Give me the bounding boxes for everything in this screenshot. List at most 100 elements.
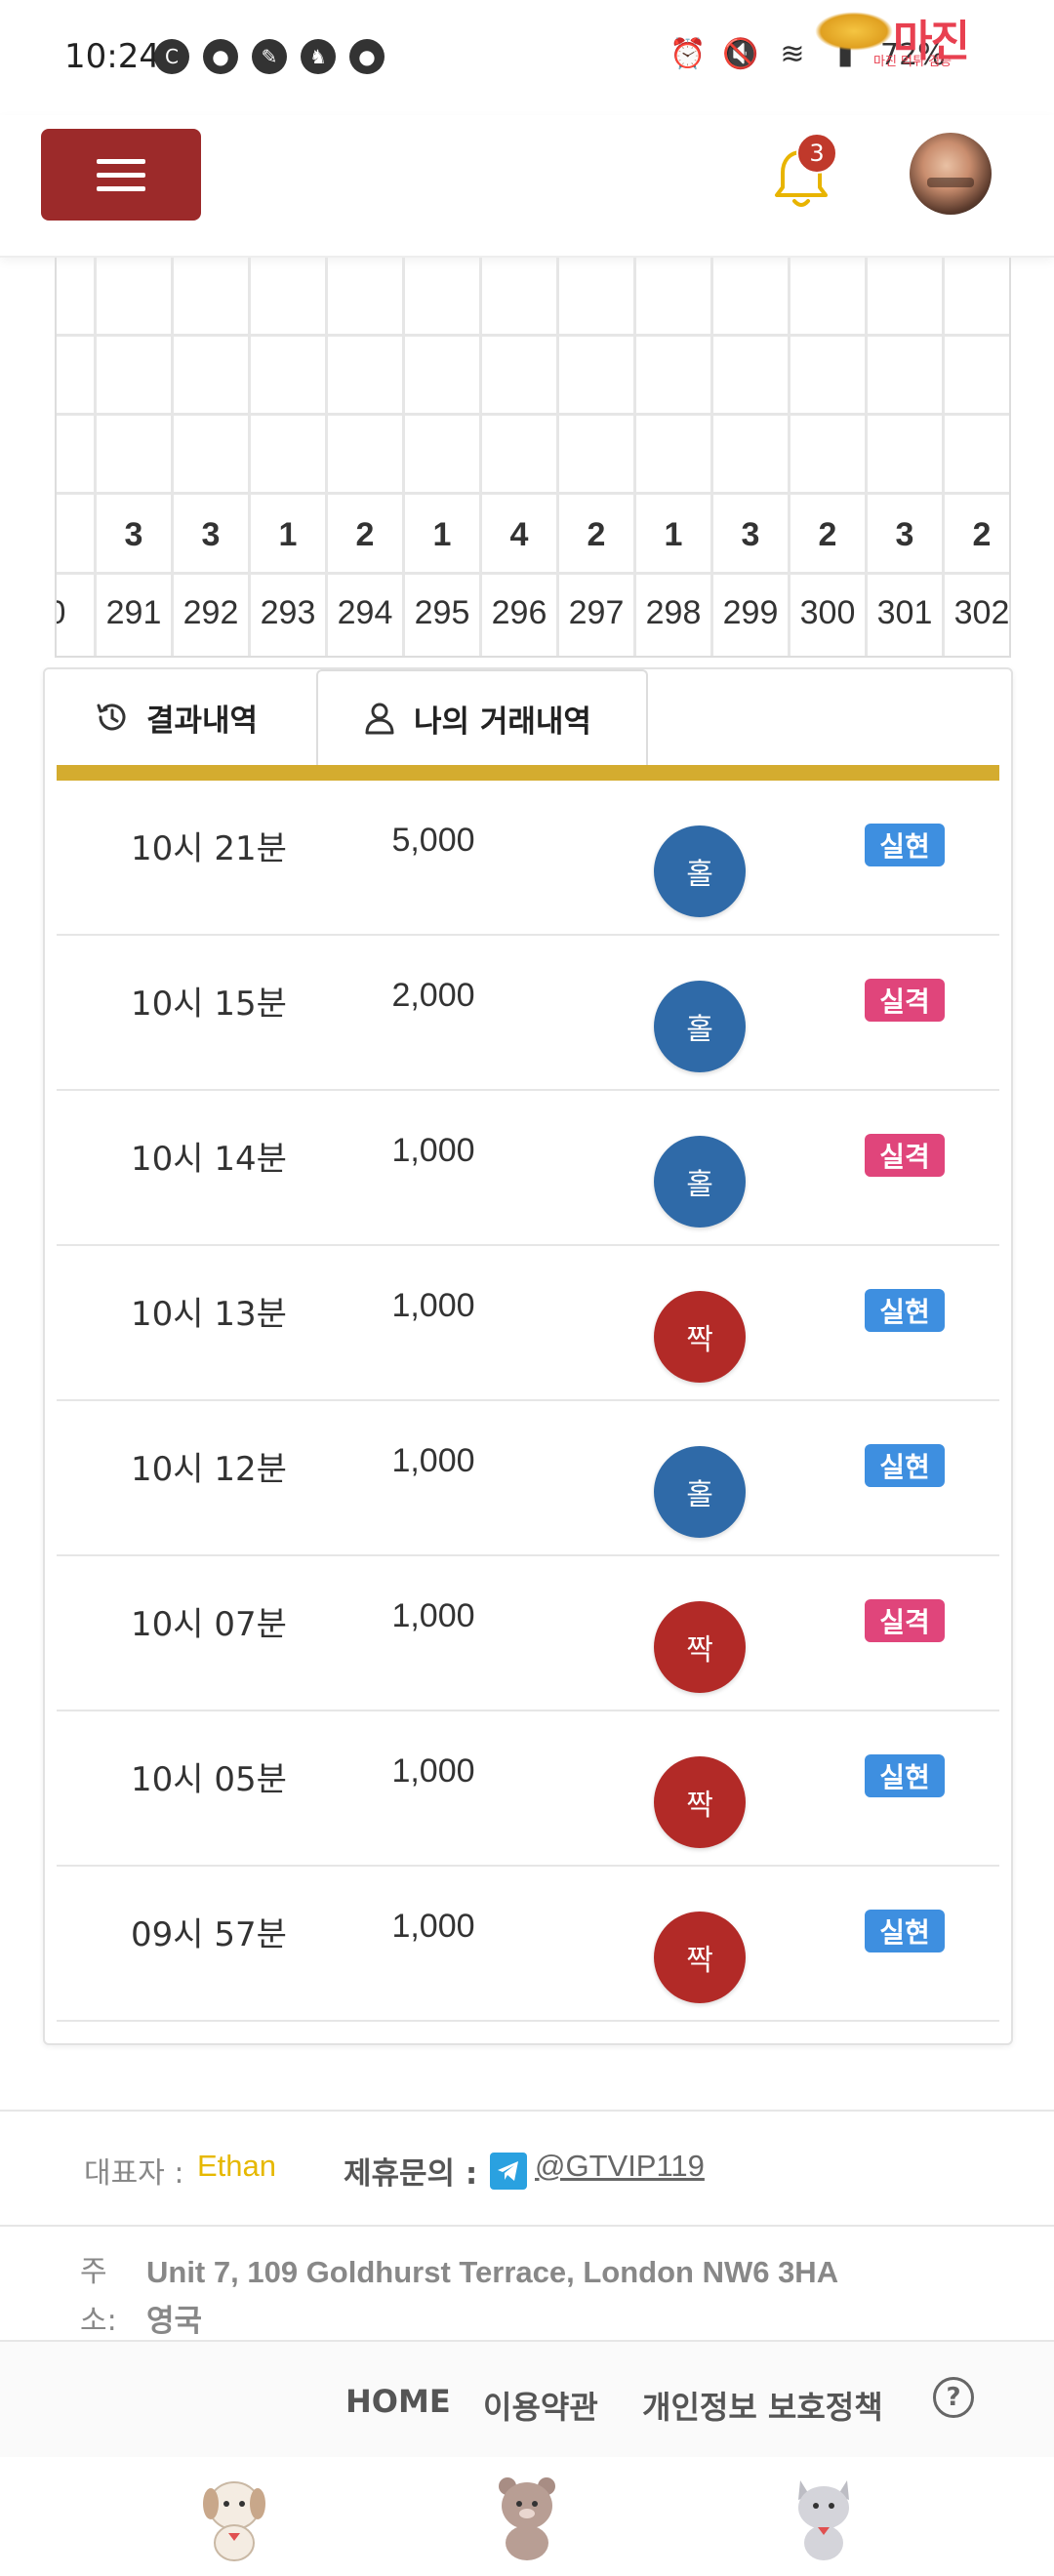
status-time: 10:24 (64, 37, 160, 76)
result-badge: 실현 (865, 1289, 945, 1332)
telegram-icon[interactable] (490, 2153, 527, 2190)
grid-column: 1 295 (405, 258, 482, 656)
result-grid: 0329132921293229412954296229712983299230… (55, 258, 1011, 658)
grid-round-number: 297 (568, 594, 625, 631)
mute-icon: 🔇 (722, 37, 759, 71)
ceo-name: Ethan (197, 2149, 277, 2183)
ceo-label: 대표자 : (84, 2156, 184, 2191)
grid-round-number: 293 (260, 594, 316, 631)
address-line2: 영국 (146, 2304, 203, 2338)
transaction-row: 10시 12분 1,000 홀 실현 (57, 1401, 999, 1556)
grid-empty-cell (713, 258, 788, 337)
transaction-time: 10시 12분 (131, 1450, 287, 1489)
c-app-icon: C (154, 39, 189, 74)
grid-value-cell: 3 (868, 495, 942, 575)
privacy-policy-link[interactable]: 개인정보 보호정책 (642, 2383, 883, 2428)
menu-line (97, 158, 145, 164)
result-badge: 실격 (865, 1599, 945, 1642)
grid-empty-cell (57, 416, 94, 495)
grid-value-cell: 2 (559, 495, 633, 575)
grid-column: 3 299 (713, 258, 790, 656)
history-card: 결과내역 나의 거래내역 10시 21분 5,000 홀 실현 10시 15분 2,000… (43, 667, 1013, 2045)
status-bar: 10:24 C ● ✎ ♞ ● ⏰ 🔇 ≋ ▮ 72% 마진 마진 먹튀 검증 (0, 0, 1054, 115)
tab-my-transactions[interactable]: 나의 거래내역 (316, 669, 648, 765)
chat-bubble-icon: ● (349, 39, 385, 74)
grid-empty-cell (945, 416, 1009, 495)
grid-value-cell: 3 (174, 495, 248, 575)
grid-empty-cell (482, 258, 556, 337)
wifi-icon: ≋ (780, 37, 805, 71)
avatar[interactable] (910, 133, 992, 215)
grid-round-number: 298 (645, 594, 702, 631)
transaction-amount: 1,000 (391, 1287, 475, 1324)
grid-round-number: 294 (337, 594, 393, 631)
watermark-logo: 마진 마진 먹튀 검증 (815, 6, 1049, 69)
transaction-time: 10시 07분 (131, 1605, 287, 1644)
grid-round-number: 291 (105, 594, 162, 631)
tab-results[interactable]: 결과내역 (45, 669, 316, 765)
transaction-amount: 1,000 (391, 1752, 475, 1790)
transaction-row: 10시 14분 1,000 홀 실격 (57, 1091, 999, 1246)
grid-empty-cell (559, 416, 633, 495)
result-badge: 실격 (865, 979, 945, 1022)
transaction-row: 10시 07분 1,000 짝 실격 (57, 1556, 999, 1711)
alarm-icon: ⏰ (669, 37, 707, 71)
grid-value-cell: 3 (713, 495, 788, 575)
transaction-time: 10시 14분 (131, 1140, 287, 1179)
help-icon[interactable]: ? (933, 2377, 974, 2418)
transaction-time: 10시 15분 (131, 985, 287, 1024)
terms-link[interactable]: 이용약관 (483, 2383, 598, 2428)
grid-column: 0 (57, 258, 97, 656)
grid-empty-cell (868, 258, 942, 337)
grid-round-number: 292 (182, 594, 239, 631)
grid-empty-cell (251, 258, 325, 337)
grid-empty-cell (945, 258, 1009, 337)
grid-empty-cell (97, 416, 171, 495)
telegram-link[interactable]: @GTVIP119 (535, 2149, 705, 2184)
grid-round-number: 299 (722, 594, 779, 631)
grid-empty-cell (636, 416, 710, 495)
grid-empty-cell (405, 258, 479, 337)
result-badge: 실현 (865, 1910, 945, 1952)
grid-value-cell: 4 (482, 495, 556, 575)
watermark-subtext: 마진 먹튀 검증 (873, 55, 953, 69)
grid-empty-cell (405, 416, 479, 495)
grid-value-cell: 2 (790, 495, 865, 575)
grid-empty-cell (328, 258, 402, 337)
grid-empty-cell (636, 337, 710, 416)
hamburger-menu-button[interactable] (41, 129, 201, 221)
transaction-row: 10시 13분 1,000 짝 실현 (57, 1246, 999, 1401)
grid-round-number: 302 (953, 594, 1010, 631)
cat-mascot-icon[interactable] (787, 2473, 861, 2562)
transaction-time: 10시 05분 (131, 1760, 287, 1799)
transaction-row: 09시 57분 1,000 짝 실현 (57, 1867, 999, 2022)
grid-empty-cell (328, 416, 402, 495)
transaction-time: 10시 13분 (131, 1295, 287, 1334)
grid-column: 3 291 (97, 258, 174, 656)
grid-empty-cell (636, 258, 710, 337)
result-badge: 실격 (865, 1134, 945, 1177)
grid-empty-cell (251, 416, 325, 495)
app-header: 3 (0, 115, 1054, 258)
footer-address: 주 소: Unit 7, 109 Goldhurst Terrace, Lond… (0, 2225, 1054, 2340)
footer-links: HOME 이용약관 개인정보 보호정책 ? (0, 2340, 1054, 2457)
address-line1: Unit 7, 109 Goldhurst Terrace, London NW… (146, 2255, 839, 2289)
transaction-amount: 5,000 (391, 822, 475, 859)
pick-badge: 홀 (654, 825, 746, 917)
transaction-time: 09시 57분 (131, 1915, 287, 1954)
grid-round-number: 301 (876, 594, 933, 631)
dog-mascot-icon[interactable] (197, 2473, 271, 2562)
grid-empty-cell (559, 337, 633, 416)
grid-value-cell: 2 (328, 495, 402, 575)
grid-empty-cell (945, 337, 1009, 416)
grid-column: 2 300 (790, 258, 868, 656)
grid-empty-cell (868, 416, 942, 495)
contact-label: 제휴문의 : (344, 2156, 478, 2192)
menu-line (97, 172, 145, 178)
address-text: Unit 7, 109 Goldhurst Terrace, London NW… (146, 2248, 838, 2346)
bear-mascot-icon[interactable] (490, 2473, 564, 2562)
pick-badge: 짝 (654, 1291, 746, 1383)
home-link[interactable]: HOME (345, 2383, 451, 2420)
grid-column: 1 293 (251, 258, 328, 656)
tab-indicator-bar (57, 765, 999, 781)
